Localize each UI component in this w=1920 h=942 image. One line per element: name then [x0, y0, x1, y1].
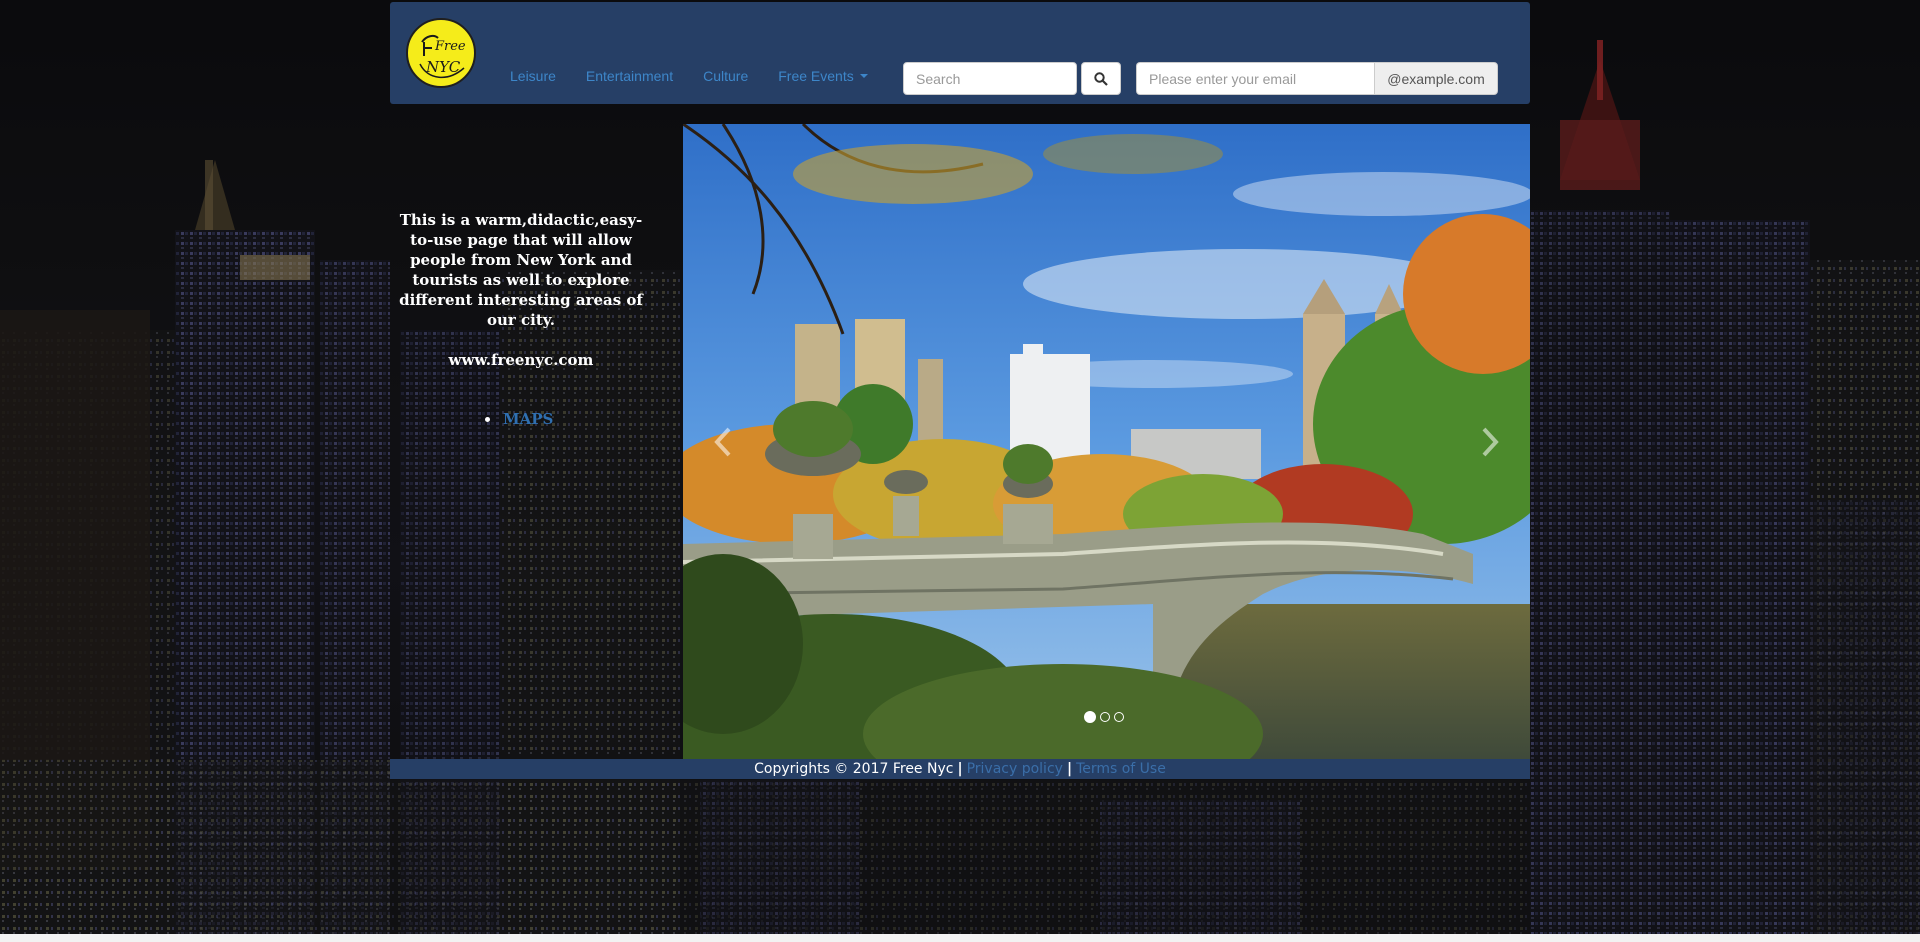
caret-down-icon	[859, 74, 868, 78]
image-carousel	[683, 124, 1530, 759]
bullet-icon	[485, 416, 490, 422]
carousel-indicator-3[interactable]	[1114, 712, 1124, 722]
terms-of-use-link[interactable]: Terms of Use	[1076, 761, 1166, 777]
top-navbar: Free NYC Leisure Entertainment Culture F…	[390, 2, 1530, 104]
nav-link-label: Leisure	[510, 68, 556, 84]
carousel-prev-button[interactable]	[683, 124, 763, 759]
nav-link-label: Entertainment	[585, 68, 674, 84]
free-nyc-logo[interactable]: Free NYC	[406, 18, 476, 88]
email-input[interactable]	[1136, 62, 1374, 95]
logo-lettering: Free NYC	[419, 34, 466, 78]
carousel-indicators	[1084, 711, 1124, 723]
nav-link-culture[interactable]: Culture	[703, 68, 748, 84]
footer-separator: |	[957, 761, 963, 777]
nav-links: Leisure Entertainment Culture Free Event…	[510, 68, 898, 84]
maps-link[interactable]: MAPS	[503, 410, 553, 428]
footer-copyright: Copyrights © 2017 Free Nyc	[754, 761, 954, 777]
search-button[interactable]	[1081, 62, 1121, 95]
nav-link-leisure[interactable]: Leisure	[510, 68, 556, 84]
footer: Copyrights © 2017 Free Nyc | Privacy pol…	[390, 759, 1530, 779]
search-icon	[1094, 71, 1108, 86]
email-domain-addon: @example.com	[1374, 62, 1498, 95]
maps-list-item: MAPS	[485, 410, 553, 428]
carousel-next-button[interactable]	[1450, 124, 1530, 759]
central-park-bridge-image	[683, 124, 1530, 759]
search-input[interactable]	[903, 62, 1077, 95]
carousel-indicator-1[interactable]	[1084, 711, 1096, 723]
chevron-right-icon	[1482, 427, 1499, 456]
chevron-left-icon	[714, 427, 731, 456]
intro-text: This is a warm,didactic,easy-to-use page…	[399, 211, 643, 329]
footer-separator: |	[1066, 761, 1073, 777]
nav-link-label: Culture	[703, 68, 749, 84]
nav-dropdown-free-events[interactable]: Free Events	[778, 68, 868, 84]
nav-link-entertainment[interactable]: Entertainment	[586, 68, 673, 84]
logo-line1: Free	[434, 39, 466, 54]
privacy-policy-link[interactable]: Privacy policy	[967, 761, 1063, 777]
email-input-group: @example.com	[1136, 62, 1498, 95]
page-bottom-edge	[0, 934, 1920, 942]
carousel-indicator-2[interactable]	[1100, 712, 1110, 722]
nav-link-label: Free Events	[778, 68, 854, 84]
site-url: www.freenyc.com	[448, 351, 594, 369]
